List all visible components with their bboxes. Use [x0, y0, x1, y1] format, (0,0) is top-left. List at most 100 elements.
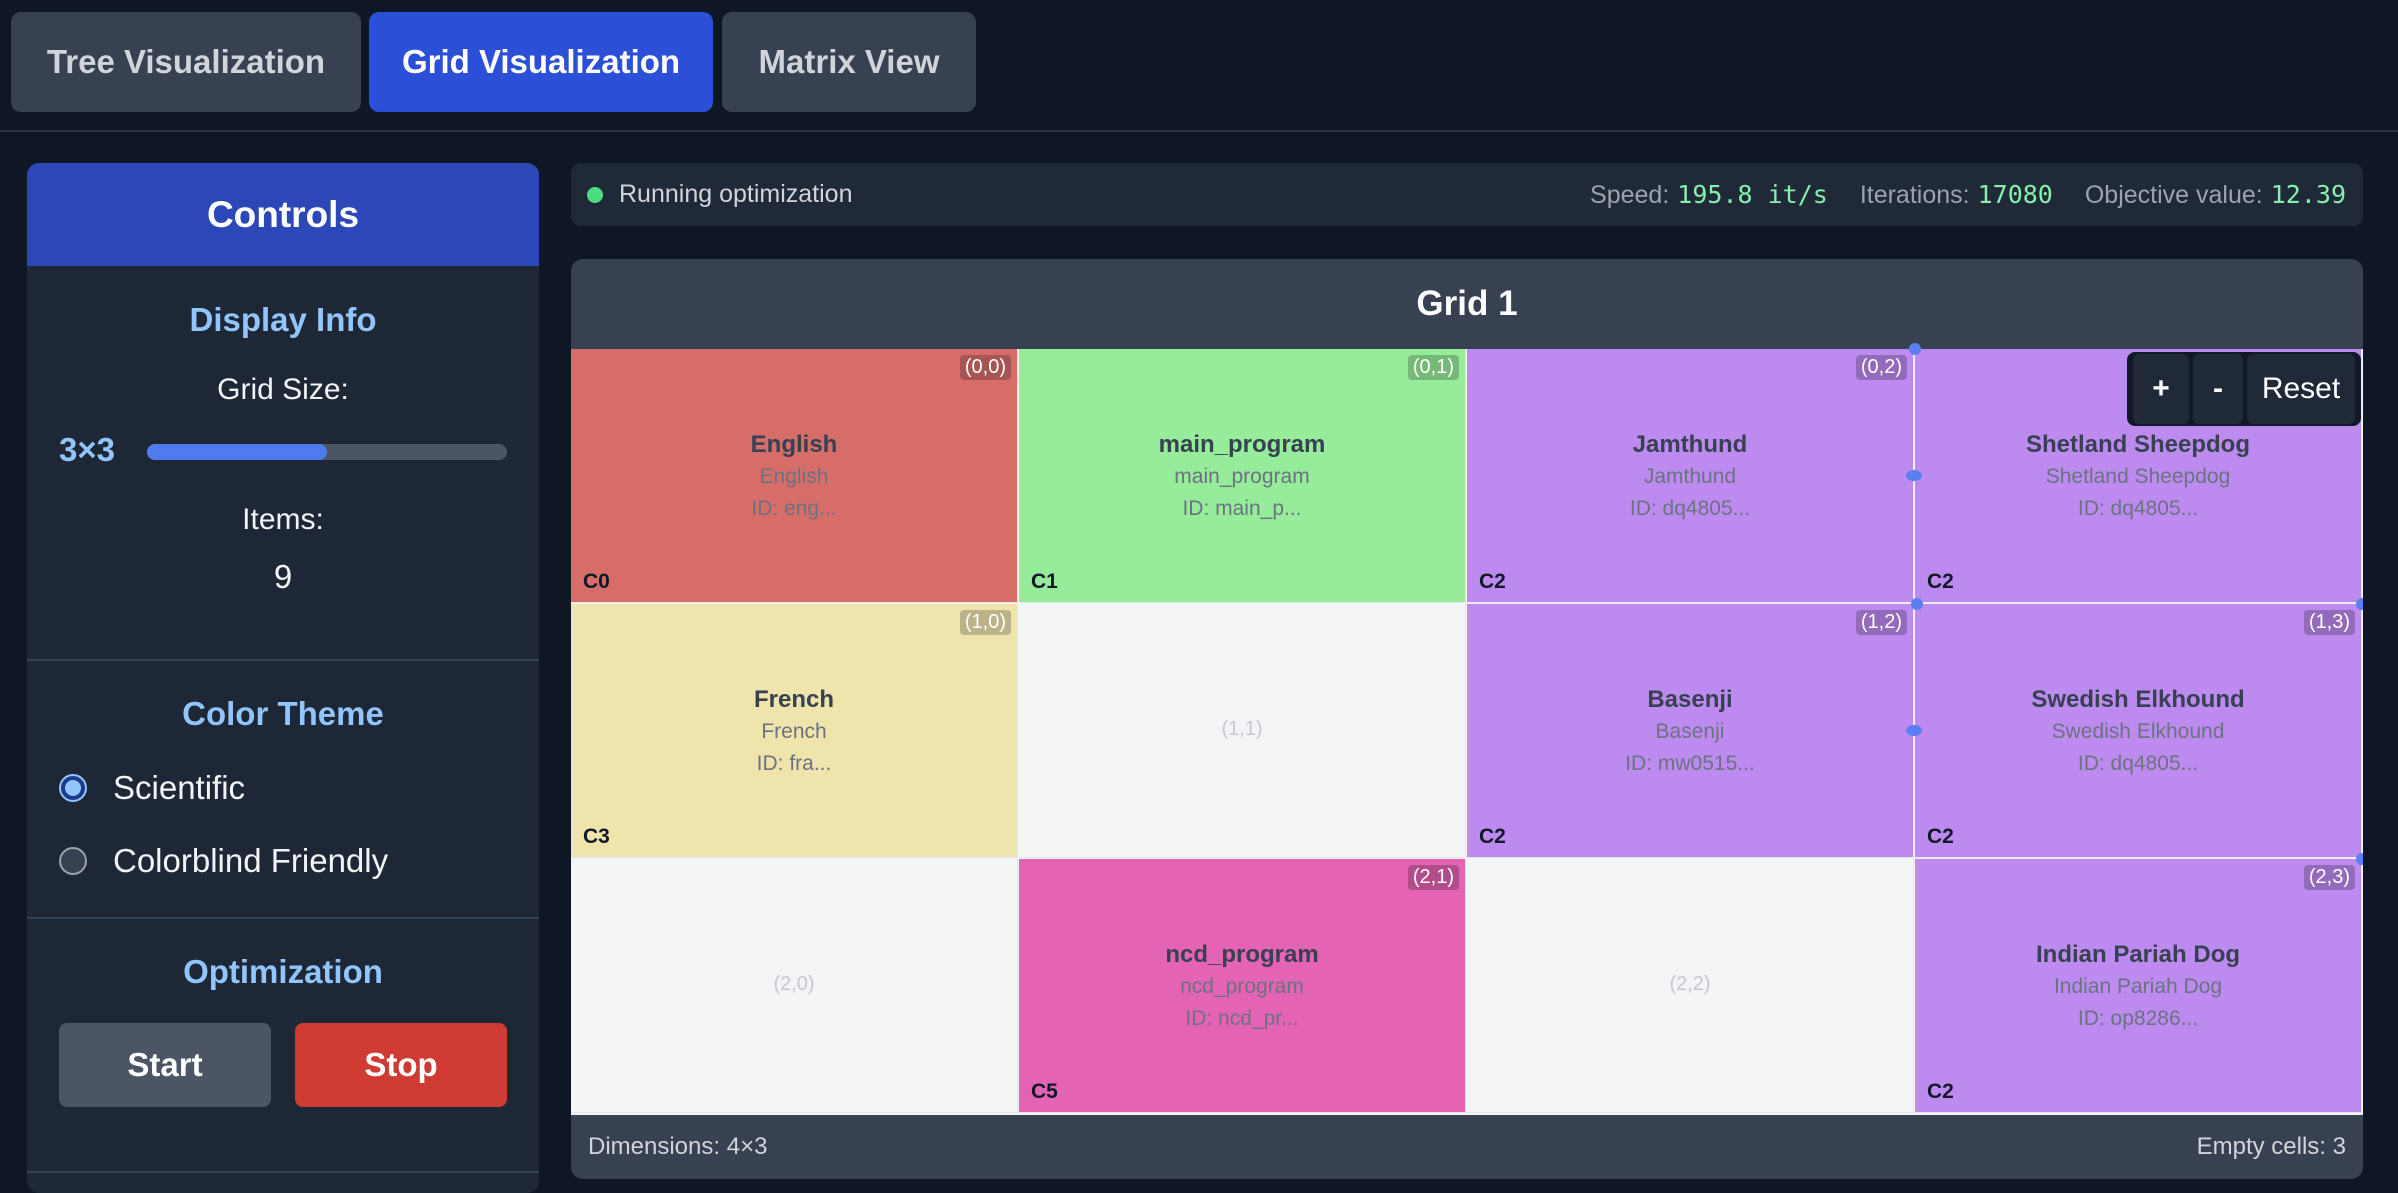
cell-cluster: C2 — [1479, 570, 1506, 593]
grid-panel: Grid 1 (0,0) English English ID: eng... C0 (0… — [571, 259, 2363, 1179]
tab-bar: Tree Visualization Grid Visualization Ma… — [0, 0, 2398, 132]
cell-cluster: C3 — [583, 825, 610, 848]
cell-name: English — [750, 431, 838, 458]
cell-subtitle: French — [761, 720, 827, 743]
divider — [27, 659, 539, 661]
cell-cluster: C5 — [1031, 1080, 1058, 1103]
cell-name: Basenji — [1647, 686, 1733, 713]
grid-cell[interactable]: (1,2) Basenji Basenji ID: mw0515... C2 — [1467, 604, 1914, 858]
dimensions-text: Dimensions: 4×3 — [588, 1133, 768, 1160]
grid-footer: Dimensions: 4×3 Empty cells: 3 — [571, 1115, 2363, 1179]
cluster-link-dot — [1906, 470, 1922, 481]
grid-size-slider[interactable] — [147, 444, 507, 460]
speed-value: 195.8 it/s — [1677, 179, 1828, 209]
cell-subtitle: Jamthund — [1643, 465, 1737, 488]
grid-cell[interactable]: (2,3) Indian Pariah Dog Indian Pariah Dog I… — [1915, 859, 2362, 1113]
color-theme-title: Color Theme — [182, 695, 384, 732]
cell-coord-placeholder: (2,2) — [1669, 973, 1711, 995]
items-value: 9 — [273, 558, 293, 595]
divider — [27, 917, 539, 919]
grid-cell[interactable]: (1,0) French French ID: fra... C3 — [571, 604, 1018, 858]
cell-coord: (2,3) — [2303, 865, 2355, 890]
start-button[interactable]: Start — [59, 1023, 271, 1107]
cell-id: ID: eng... — [751, 497, 837, 520]
grid-size-slider-fill — [147, 444, 327, 460]
cluster-link-dot — [2356, 598, 2363, 610]
status-bar: Running optimization Speed: 195.8 it/s It… — [571, 163, 2363, 226]
grid-size-value: 3×3 — [59, 431, 115, 468]
grid-size-label: Grid Size: — [217, 373, 349, 406]
running-status-icon — [587, 186, 603, 203]
zoom-out-button[interactable]: - — [2193, 354, 2243, 424]
grid-cell[interactable]: (0,0) English English ID: eng... C0 — [571, 349, 1018, 603]
theme-option-label: Colorblind Friendly — [113, 842, 389, 879]
objective-label: Objective value: — [2084, 180, 2263, 209]
cell-name: main_program — [1158, 431, 1326, 458]
objective-stat: Objective value: 12.39 — [2085, 180, 2346, 210]
cell-name: Swedish Elkhound — [2031, 686, 2245, 713]
cell-id: ID: op8286... — [2077, 1007, 2199, 1030]
speed-stat: Speed: 195.8 it/s — [1590, 180, 1828, 210]
zoom-in-button[interactable]: + — [2133, 354, 2189, 424]
cell-cluster: C2 — [1479, 825, 1506, 848]
cell-id: ID: dq4805... — [2077, 497, 2199, 520]
grid-cell[interactable]: (1,3) Swedish Elkhound Swedish Elkhound ID:… — [1915, 604, 2362, 858]
zoom-controls: + - Reset — [2127, 352, 2361, 426]
tab-grid-visualization[interactable]: Grid Visualization — [369, 12, 713, 112]
radio-selected-icon[interactable] — [59, 774, 87, 802]
optimization-title: Optimization — [183, 953, 383, 990]
cell-coord-placeholder: (2,0) — [773, 973, 815, 995]
cell-subtitle: Indian Pariah Dog — [2053, 975, 2223, 998]
cell-coord-placeholder: (1,1) — [1221, 718, 1263, 740]
cell-subtitle: English — [759, 465, 829, 488]
cell-id: ID: dq4805... — [2077, 752, 2199, 775]
cell-id: ID: dq4805... — [1629, 497, 1751, 520]
cell-id: ID: fra... — [756, 752, 832, 775]
display-info-title: Display Info — [189, 301, 377, 338]
cell-cluster: C0 — [583, 570, 610, 593]
grid-cell[interactable]: (0,2) Jamthund Jamthund ID: dq4805... C2 — [1467, 349, 1914, 603]
iterations-value: 17080 — [1977, 179, 2053, 209]
grid-cell-empty[interactable]: (1,1) — [1019, 604, 1466, 858]
cell-cluster: C2 — [1927, 825, 1954, 848]
controls-sidebar: Controls Display Info Grid Size: 3×3 Ite… — [27, 163, 539, 1193]
tab-tree-visualization[interactable]: Tree Visualization — [11, 12, 361, 112]
cell-coord: (0,0) — [959, 355, 1011, 380]
grid-title: Grid 1 — [1416, 284, 1518, 323]
cluster-link-dot — [1906, 725, 1922, 736]
cell-coord: (0,1) — [1407, 355, 1459, 380]
cell-id: ID: mw0515... — [1625, 752, 1755, 775]
cell-subtitle: Shetland Sheepdog — [2045, 465, 2231, 488]
cell-subtitle: main_program — [1174, 465, 1310, 488]
iterations-stat: Iterations: 17080 — [1860, 180, 2053, 210]
grid-cell-empty[interactable]: (2,2) — [1467, 859, 1914, 1113]
reset-button[interactable]: Reset — [2247, 354, 2355, 424]
divider — [27, 1171, 539, 1173]
theme-option-scientific[interactable]: Scientific — [59, 768, 245, 808]
cluster-link-dot — [2356, 853, 2363, 865]
status-text: Running optimization — [619, 180, 853, 208]
cell-coord: (1,0) — [959, 610, 1011, 635]
cell-coord: (2,1) — [1407, 865, 1459, 890]
cell-cluster: C2 — [1927, 570, 1954, 593]
tab-matrix-view[interactable]: Matrix View — [722, 12, 976, 112]
sidebar-title: Controls — [27, 163, 539, 266]
grid-cell-empty[interactable]: (2,0) — [571, 859, 1018, 1113]
grid-cells: (0,0) English English ID: eng... C0 (0,1) main… — [571, 343, 2363, 1115]
empty-cells-text: Empty cells: 3 — [2196, 1133, 2346, 1160]
cell-name: French — [753, 686, 834, 713]
cell-id: ID: main_p... — [1182, 497, 1302, 520]
cell-name: Shetland Sheepdog — [2025, 431, 2250, 458]
cell-subtitle: Swedish Elkhound — [2051, 720, 2225, 743]
theme-option-colorblind[interactable]: Colorblind Friendly — [59, 841, 388, 881]
cell-coord: (1,3) — [2303, 610, 2355, 635]
grid-cell[interactable]: (2,1) ncd_program ncd_program ID: ncd_pr...… — [1019, 859, 1466, 1113]
grid-cell[interactable]: (0,1) main_program main_program ID: main_p.… — [1019, 349, 1466, 603]
iterations-label: Iterations: — [1859, 180, 1970, 209]
radio-unselected-icon[interactable] — [59, 847, 87, 875]
cell-cluster: C2 — [1927, 1080, 1954, 1103]
stop-button[interactable]: Stop — [295, 1023, 507, 1107]
cluster-link-dot — [1911, 598, 1923, 610]
cell-coord: (1,2) — [1855, 610, 1907, 635]
items-label: Items: — [242, 503, 324, 536]
